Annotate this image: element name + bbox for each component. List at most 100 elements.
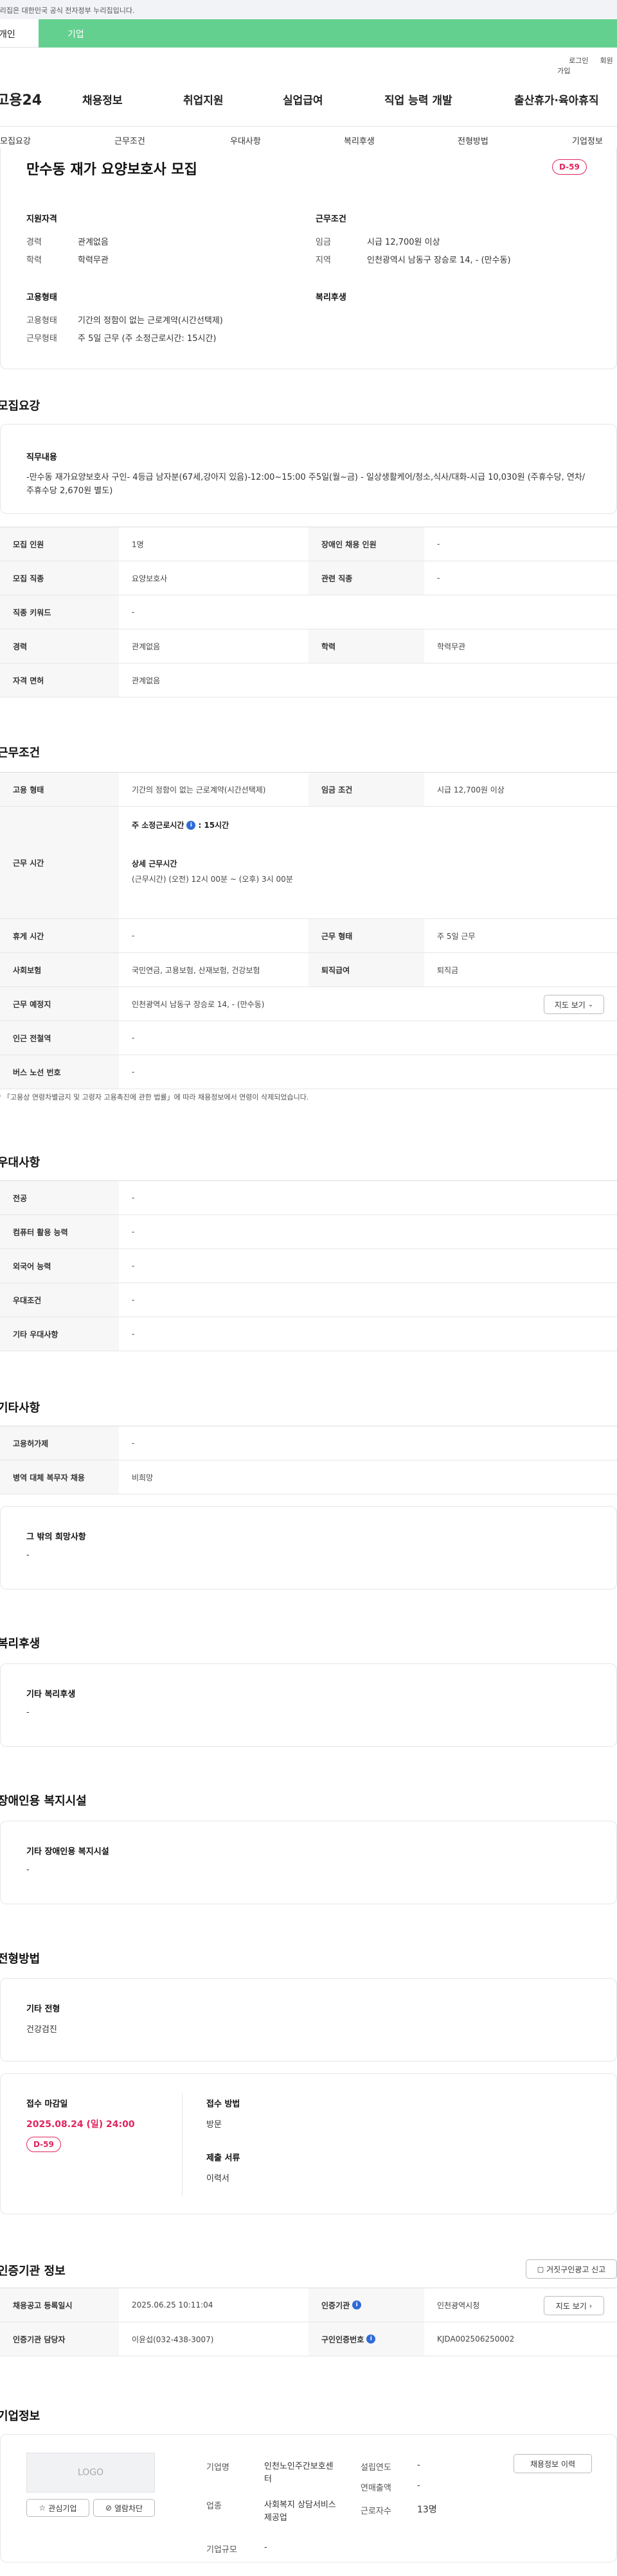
- table-row: 인근 전철역 -: [0, 1021, 617, 1055]
- table-header: 컴퓨터 활용 능력: [0, 1215, 119, 1249]
- tab-selection[interactable]: 전형방법: [458, 134, 488, 146]
- table-cell: 1명: [132, 539, 144, 549]
- table-row: 우대조건 -: [0, 1283, 617, 1317]
- gnb-parental-leave[interactable]: 출산휴가·육아휴직: [514, 91, 599, 107]
- table-row: 채용공고 등록일시 2025.06.25 10:11:04 인증기관 i 인천광역…: [0, 2288, 617, 2322]
- table-header: 인증기관 i: [308, 2288, 424, 2322]
- docs-title: 제출 서류: [206, 2153, 240, 2163]
- table-header: 직종 키워드: [0, 595, 119, 629]
- table-cell: 이윤섭(032-438-3007): [132, 2335, 214, 2344]
- tab-preferences[interactable]: 우대사항: [230, 134, 261, 146]
- agency-map-button[interactable]: 지도 보기 ›: [544, 2296, 604, 2315]
- company-section-title: 기업정보: [0, 2410, 40, 2423]
- qualification-title: 지원자격: [26, 215, 57, 224]
- table-cell: -: [132, 1439, 135, 1448]
- global-nav: 고용24 채용정보 취업지원 실업급여 직업 능력 개발 출산휴가·육아휴직: [0, 77, 617, 122]
- recruit-table: 모집 인원 1명 장애인 채용 인원 - 모집 직종 요양보호사 관련 직종 -…: [0, 527, 617, 697]
- star-icon: ☆: [39, 2503, 46, 2512]
- table-row: 병역 대체 복무자 채용 비희망: [0, 1460, 617, 1494]
- other-wish-card: 그 밖의 희망사항 -: [0, 1506, 617, 1590]
- tab-work-conditions[interactable]: 근무조건: [114, 134, 145, 146]
- tab-welfare[interactable]: 복리후생: [344, 134, 375, 146]
- table-cell: -: [132, 1261, 135, 1270]
- application-card: 접수 마감일 2025.08.24 (일) 24:00 D-59 접수 방법 방…: [0, 2073, 617, 2214]
- edu-value: 학력무관: [78, 256, 109, 265]
- table-row: 컴퓨터 활용 능력 -: [0, 1215, 617, 1249]
- interest-company-button[interactable]: ☆ 관심기업: [26, 2499, 89, 2517]
- emp-type-value: 기간의 정함이 없는 근로계약(시간선택제): [78, 316, 223, 326]
- method-title: 접수 방법: [206, 2099, 240, 2109]
- age-note: * 「고용상 연령차별금지 및 고령자 고용촉진에 관한 법률」에 따라 채용정…: [0, 1093, 309, 1101]
- docs-value: 이력서: [206, 2174, 229, 2184]
- recruit-section-title: 모집요강: [0, 399, 40, 413]
- tab-company-info[interactable]: 기업정보: [572, 134, 603, 146]
- site-logo[interactable]: 고용24: [0, 89, 42, 109]
- table-cell: -: [132, 1329, 135, 1338]
- table-cell: 기간의 정함이 없는 근로계약(시간선택제): [132, 785, 266, 794]
- map-button[interactable]: 지도 보기 ⌄: [544, 995, 604, 1014]
- revenue-label: 연매출액: [361, 2484, 391, 2493]
- employees-value: 13명: [417, 2505, 437, 2515]
- table-cell: KJDA002506250002: [437, 2335, 515, 2344]
- table-row: 근무 예정지 인천광역시 남동구 장승로 14, - (만수동) 지도 보기 ⌄: [0, 987, 617, 1021]
- table-header: 병역 대체 복무자 채용: [0, 1460, 119, 1494]
- etc-section-title: 기타사항: [0, 1401, 40, 1415]
- gnb-unemployment[interactable]: 실업급여: [283, 91, 323, 107]
- table-cell: -: [132, 608, 135, 617]
- report-fake-ad-button[interactable]: ▢ 거짓구인광고 신고: [526, 2259, 617, 2279]
- work-form-value: 주 5일 근무 (주 소정근로시간: 15시간): [78, 334, 217, 344]
- table-row: 근무 시간 주 소정근로시간 i: 15시간 상세 근무시간 (근무시간) (오전…: [0, 807, 617, 919]
- table-cell: -: [132, 1227, 135, 1236]
- region-label: 지역: [316, 256, 331, 265]
- job-title: 만수동 재가 요양보호사 모집: [26, 162, 197, 178]
- info-icon[interactable]: i: [186, 820, 196, 830]
- deadline-title: 접수 마감일: [26, 2099, 68, 2109]
- job-history-button[interactable]: 채용정보 이력: [514, 2454, 592, 2473]
- wage-label: 임금: [316, 238, 331, 247]
- block-view-button[interactable]: ⊘ 열람차단: [93, 2499, 155, 2517]
- table-cell: -: [132, 1067, 135, 1076]
- table-cell: 학력무관: [437, 642, 466, 651]
- table-cell: 인천광역시 남동구 장승로 14, - (만수동): [132, 999, 265, 1009]
- edu-label: 학력: [26, 256, 42, 265]
- detail-hours-title: 상세 근무시간: [132, 859, 177, 868]
- table-cell: 인천광역시청: [437, 2300, 480, 2310]
- disability-value: -: [26, 1865, 30, 1875]
- info-icon[interactable]: i: [366, 2335, 376, 2344]
- table-cell: 퇴직금: [437, 965, 459, 975]
- work-table: 고용 형태 기간의 정함이 없는 근로계약(시간선택제) 임금 조건 시급 12…: [0, 772, 617, 1089]
- selection-card: 기타 전형 건강검진: [0, 1978, 617, 2062]
- table-header: 관련 직종: [308, 561, 424, 595]
- login-link[interactable]: 로그인: [569, 57, 588, 65]
- tab-company[interactable]: 기업: [39, 19, 617, 48]
- career-label: 경력: [26, 238, 42, 247]
- table-row: 기타 우대사항 -: [0, 1317, 617, 1351]
- gnb-jobs[interactable]: 채용정보: [82, 91, 123, 107]
- table-header: 우대조건: [0, 1283, 119, 1317]
- pref-table: 전공 - 컴퓨터 활용 능력 - 외국어 능력 - 우대조건 - 기타 우대사항 -: [0, 1180, 617, 1351]
- table-cell: 비희망: [132, 1473, 154, 1482]
- table-header: 퇴직급여: [308, 953, 424, 986]
- gnb-employment-support[interactable]: 취업지원: [183, 91, 224, 107]
- condition-title: 근무조건: [316, 215, 346, 224]
- tab-recruit[interactable]: 모집요강: [0, 134, 31, 146]
- gnb-training[interactable]: 직업 능력 개발: [384, 91, 452, 107]
- user-type-tabs: 개인 기업: [0, 19, 617, 48]
- info-icon[interactable]: i: [352, 2300, 362, 2309]
- table-row: 고용 형태 기간의 정함이 없는 근로계약(시간선택제) 임금 조건 시급 12…: [0, 773, 617, 807]
- other-wish-value: -: [26, 1550, 30, 1560]
- table-header: 기타 우대사항: [0, 1317, 119, 1351]
- industry-value: 사회복지 상담서비스 제공업: [264, 2500, 336, 2523]
- disability-section-title: 장애인용 복지시설: [0, 1794, 87, 1808]
- agency-section-title: 인증기관 정보: [0, 2265, 66, 2278]
- pref-section-title: 우대사항: [0, 1156, 40, 1170]
- table-header: 모집 직종: [0, 561, 119, 595]
- selection-other-title: 기타 전형: [26, 2004, 60, 2014]
- table-row: 외국어 능력 -: [0, 1249, 617, 1283]
- other-wish-title: 그 밖의 희망사항: [26, 1532, 86, 1542]
- report-icon: ▢: [537, 2265, 544, 2274]
- table-row: 모집 직종 요양보호사 관련 직종 -: [0, 561, 617, 595]
- tab-personal[interactable]: 개인: [0, 19, 39, 48]
- chevron-down-icon: ⌄: [587, 1001, 594, 1008]
- table-cell: 2025.06.25 10:11:04: [132, 2300, 213, 2309]
